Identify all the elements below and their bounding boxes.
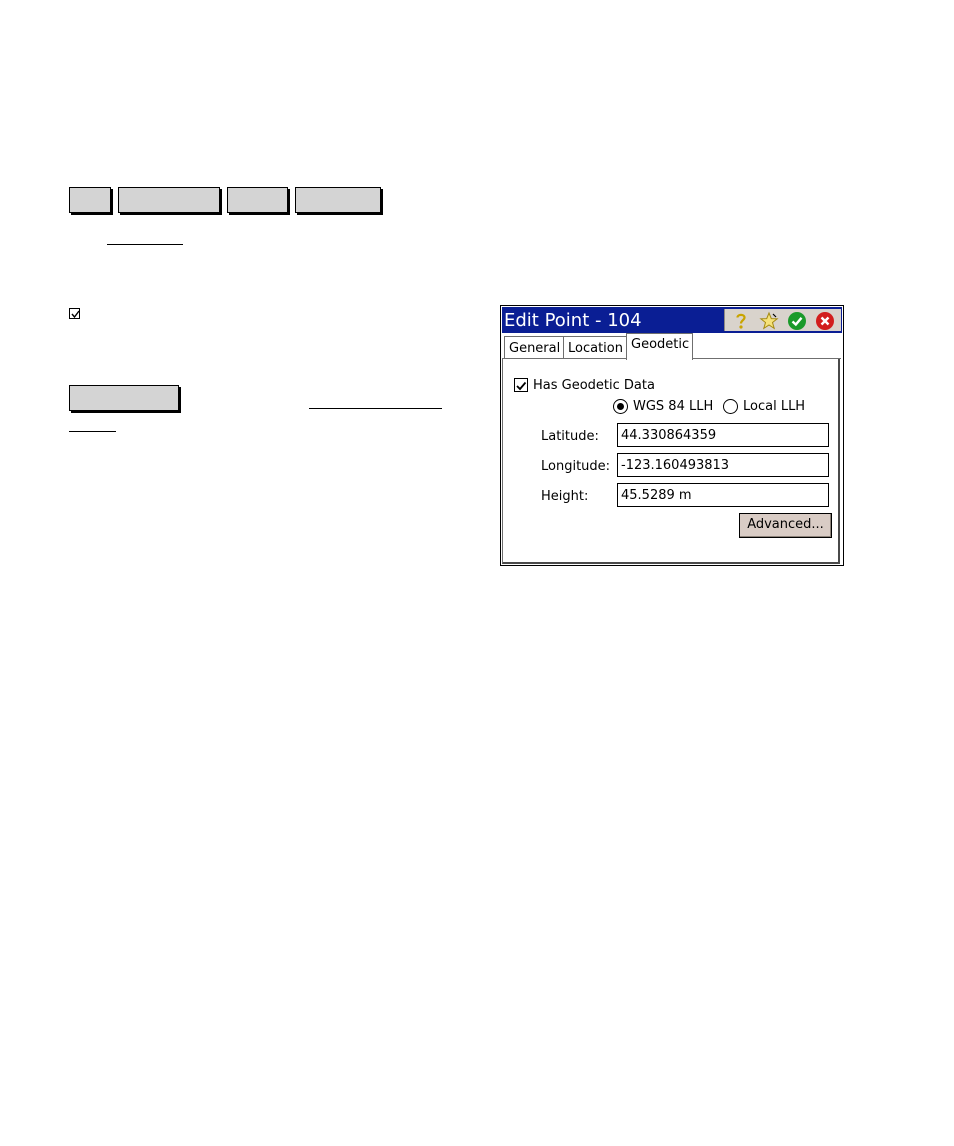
doc-key-3 (227, 187, 288, 213)
longitude-field[interactable] (617, 453, 829, 477)
longitude-label: Longitude: (541, 459, 611, 474)
wgs84-radio[interactable] (613, 399, 628, 414)
latitude-label: Latitude: (541, 429, 599, 444)
close-icon[interactable] (815, 311, 835, 331)
local-llh-label: Local LLH (743, 399, 806, 414)
favorite-star-icon[interactable] (759, 311, 779, 331)
doc-key-2 (118, 187, 220, 213)
height-field[interactable] (617, 483, 829, 507)
doc-key-4 (295, 187, 381, 213)
advanced-button[interactable]: Advanced... (739, 513, 832, 538)
title-bar: Edit Point - 104 (502, 307, 842, 333)
doc-underline-3 (69, 431, 116, 432)
help-icon[interactable] (731, 311, 751, 331)
doc-key-1 (69, 187, 111, 213)
has-geodetic-checkbox[interactable] (514, 378, 528, 392)
tab-location[interactable]: Location (563, 336, 628, 358)
tab-geodetic[interactable]: Geodetic (626, 333, 693, 360)
doc-underline-2 (309, 408, 442, 409)
tab-general[interactable]: General (504, 336, 566, 358)
tab-strip: General Location Geodetic (501, 333, 843, 360)
latitude-field[interactable] (617, 423, 829, 447)
doc-key-5 (69, 385, 179, 411)
doc-underline-1 (107, 244, 183, 245)
wgs84-label: WGS 84 LLH (633, 399, 714, 414)
title-bar-buttons (724, 309, 841, 331)
height-label: Height: (541, 489, 589, 504)
edit-point-dialog: Edit Point - 104 General Location Geodet… (500, 305, 844, 566)
dialog-title: Edit Point - 104 (504, 310, 642, 331)
ok-check-icon[interactable] (787, 311, 807, 331)
doc-checkbox-icon (69, 308, 80, 319)
has-geodetic-label: Has Geodetic Data (533, 378, 655, 393)
local-llh-radio[interactable] (723, 399, 738, 414)
geodetic-panel: Has Geodetic Data WGS 84 LLH Local LLH L… (502, 359, 840, 564)
